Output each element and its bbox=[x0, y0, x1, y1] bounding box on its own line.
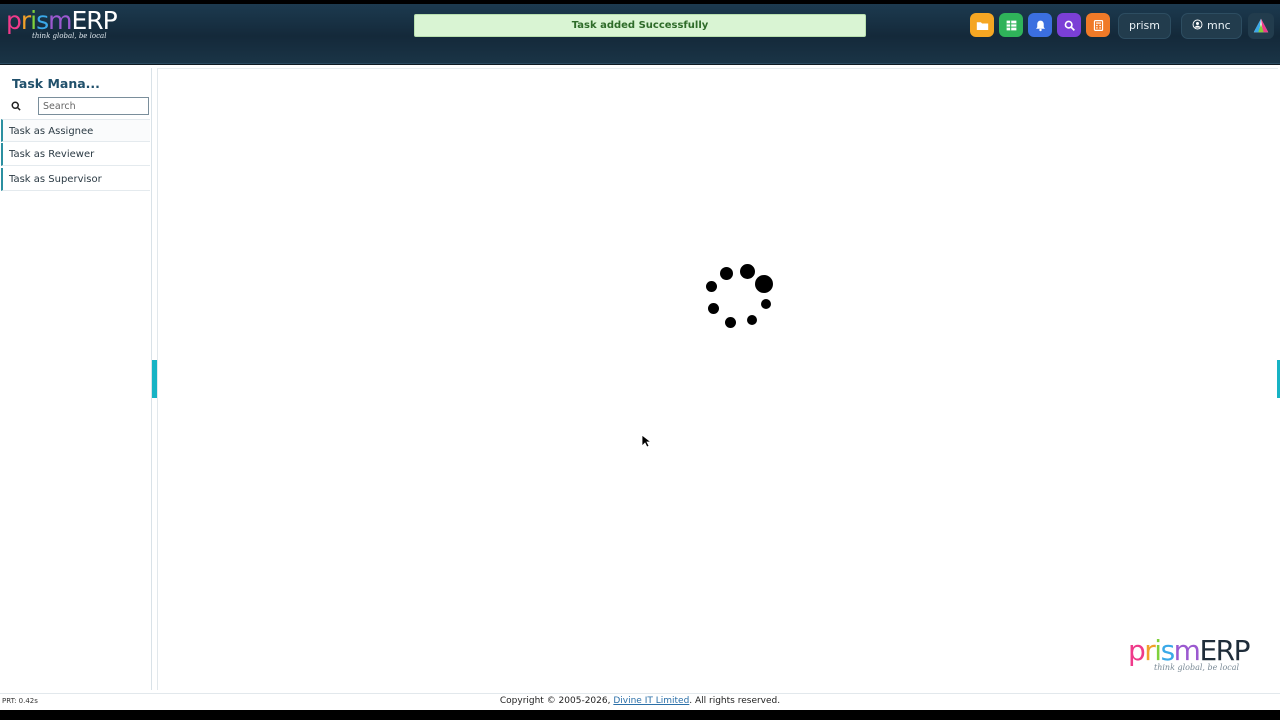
copyright-prefix: Copyright © 2005-2026, bbox=[499, 696, 614, 706]
success-toast: Task added Successfully bbox=[414, 14, 866, 37]
company-link[interactable]: Divine IT Limited bbox=[613, 696, 689, 706]
search-icon[interactable] bbox=[10, 100, 22, 112]
main-content-area bbox=[157, 68, 1278, 690]
search-icon[interactable] bbox=[1057, 13, 1081, 37]
bell-icon[interactable] bbox=[1028, 13, 1052, 37]
sidebar-title: Task Mana... bbox=[12, 76, 100, 91]
copyright: Copyright © 2005-2026, Divine IT Limited… bbox=[0, 696, 1280, 706]
sidebar-item-task-as-supervisor[interactable]: Task as Supervisor bbox=[1, 168, 150, 191]
user-menu[interactable]: mnc bbox=[1181, 13, 1242, 39]
user-icon bbox=[1192, 19, 1203, 30]
bottom-strip bbox=[0, 710, 1280, 720]
prismerp-logo[interactable]: prismERP think global, be local bbox=[6, 8, 118, 46]
content-frame: Task Mana... Task as Assignee Task as Re… bbox=[0, 65, 1280, 693]
app-header: prismERP think global, be local Task add… bbox=[0, 4, 1280, 64]
company-selector[interactable]: prism bbox=[1118, 13, 1172, 39]
copyright-suffix: . All rights reserved. bbox=[689, 696, 781, 706]
sidebar-item-task-as-assignee[interactable]: Task as Assignee bbox=[1, 119, 150, 142]
prism-triangle-icon[interactable] bbox=[1248, 13, 1274, 39]
sidebar: Task Mana... Task as Assignee Task as Re… bbox=[0, 68, 152, 690]
sidebar-search bbox=[2, 96, 149, 116]
prismerp-watermark-logo: prismERP think global, be local bbox=[1128, 634, 1250, 673]
footer: PRT: 0.42s Copyright © 2005-2026, Divine… bbox=[0, 693, 1280, 710]
loading-spinner bbox=[700, 261, 780, 333]
logo-tagline: think global, be local bbox=[32, 32, 107, 40]
folder-icon[interactable] bbox=[970, 13, 994, 37]
sidebar-item-task-as-reviewer[interactable]: Task as Reviewer bbox=[1, 143, 150, 166]
mouse-cursor-icon bbox=[641, 434, 651, 448]
user-label: mnc bbox=[1207, 19, 1231, 32]
watermark-tagline: think global, be local bbox=[1154, 663, 1240, 672]
spreadsheet-icon[interactable] bbox=[999, 13, 1023, 37]
calculator-icon[interactable] bbox=[1086, 13, 1110, 37]
company-label: prism bbox=[1129, 19, 1161, 32]
search-input[interactable] bbox=[38, 97, 149, 115]
